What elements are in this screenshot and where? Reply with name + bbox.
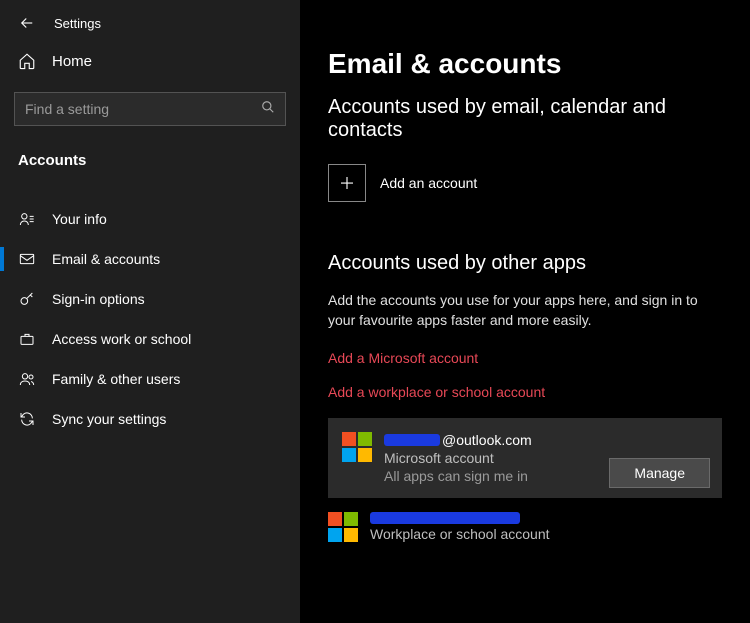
- sidebar-item-label: Sign-in options: [52, 291, 145, 307]
- account-card-microsoft[interactable]: @outlook.com Microsoft account All apps …: [328, 418, 722, 498]
- back-icon[interactable]: [18, 14, 36, 32]
- section-heading-other-apps: Accounts used by other apps: [328, 252, 722, 275]
- redacted-text: [384, 434, 440, 446]
- redacted-text: [370, 512, 520, 524]
- search-icon: [261, 100, 275, 119]
- home-icon: [18, 52, 36, 70]
- sync-icon: [18, 411, 36, 427]
- sidebar-section-label: Accounts: [0, 140, 300, 181]
- sidebar-item-signin-options[interactable]: Sign-in options: [0, 279, 300, 319]
- sidebar-item-label: Email & accounts: [52, 251, 160, 267]
- people-icon: [18, 371, 36, 387]
- key-icon: [18, 291, 36, 307]
- section-heading-email: Accounts used by email, calendar and con…: [328, 96, 722, 142]
- window-title: Settings: [54, 16, 101, 31]
- add-account-button[interactable]: Add an account: [328, 164, 722, 202]
- search-box[interactable]: [14, 92, 286, 126]
- account-card-workplace[interactable]: Workplace or school account: [328, 506, 722, 550]
- sidebar-item-label: Sync your settings: [52, 411, 166, 427]
- microsoft-logo-icon: [342, 432, 372, 484]
- sidebar-item-sync-settings[interactable]: Sync your settings: [0, 399, 300, 439]
- sidebar-item-label: Family & other users: [52, 371, 180, 387]
- plus-icon: [328, 164, 366, 202]
- home-nav[interactable]: Home: [0, 42, 300, 80]
- sidebar-item-work-school[interactable]: Access work or school: [0, 319, 300, 359]
- page-title: Email & accounts: [328, 48, 722, 80]
- user-icon: [18, 211, 36, 227]
- account-email: @outlook.com: [384, 432, 708, 448]
- sidebar-item-label: Access work or school: [52, 331, 191, 347]
- add-account-label: Add an account: [380, 175, 477, 191]
- search-input[interactable]: [25, 101, 261, 117]
- account-type: Workplace or school account: [370, 526, 722, 542]
- sidebar-item-family-users[interactable]: Family & other users: [0, 359, 300, 399]
- manage-button[interactable]: Manage: [609, 458, 710, 488]
- home-label: Home: [52, 53, 92, 70]
- add-microsoft-account-link[interactable]: Add a Microsoft account: [328, 350, 722, 366]
- briefcase-icon: [18, 331, 36, 347]
- sidebar-item-your-info[interactable]: Your info: [0, 199, 300, 239]
- sidebar-item-label: Your info: [52, 211, 107, 227]
- sidebar-item-email-accounts[interactable]: Email & accounts: [0, 239, 300, 279]
- account-email: [370, 512, 722, 524]
- section-description: Add the accounts you use for your apps h…: [328, 291, 722, 330]
- add-workplace-account-link[interactable]: Add a workplace or school account: [328, 384, 722, 400]
- microsoft-logo-icon: [328, 512, 358, 544]
- mail-icon: [18, 251, 36, 267]
